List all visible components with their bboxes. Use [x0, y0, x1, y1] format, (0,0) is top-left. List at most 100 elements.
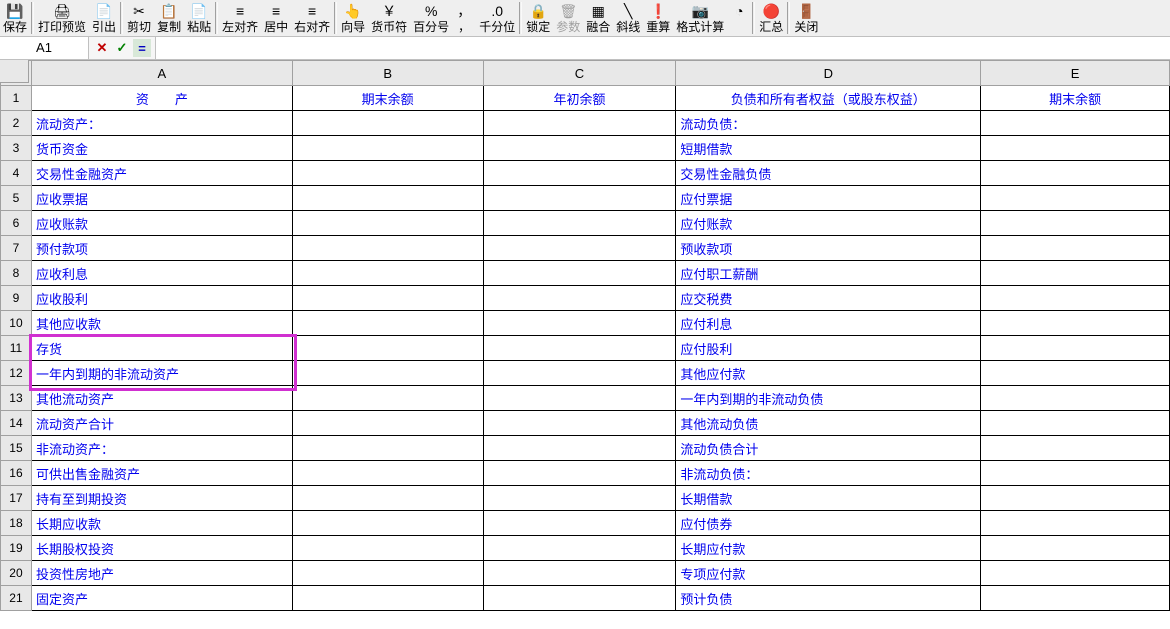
param-button[interactable]: 🗑参数	[553, 2, 583, 36]
cell-D8[interactable]: 应付职工薪酬	[676, 261, 981, 286]
wizard-button[interactable]: 👆向导	[338, 2, 368, 36]
cell-C20[interactable]	[483, 561, 676, 586]
currency-button[interactable]: ￥货币符	[368, 2, 410, 36]
cell-A5[interactable]: 应收票据	[31, 186, 292, 211]
cell-C17[interactable]	[483, 486, 676, 511]
row-header-18[interactable]: 18	[1, 511, 32, 536]
col-header-C[interactable]: C	[483, 61, 676, 86]
cell-B8[interactable]	[292, 261, 483, 286]
cell-C16[interactable]	[483, 461, 676, 486]
cell-E13[interactable]	[981, 386, 1170, 411]
cell-B10[interactable]	[292, 311, 483, 336]
col-header-D[interactable]: D	[676, 61, 981, 86]
cell-B7[interactable]	[292, 236, 483, 261]
cell-D1[interactable]: 负债和所有者权益（或股东权益）	[676, 86, 981, 111]
cell-D10[interactable]: 应付利息	[676, 311, 981, 336]
extra-button[interactable]: ◔	[727, 2, 751, 36]
row-header-2[interactable]: 2	[1, 111, 32, 136]
formula-equals-button[interactable]: =	[133, 39, 151, 57]
cut-button[interactable]: ✂剪切	[124, 2, 154, 36]
cell-B18[interactable]	[292, 511, 483, 536]
cell-D16[interactable]: 非流动负债：	[676, 461, 981, 486]
cell-B9[interactable]	[292, 286, 483, 311]
cell-A13[interactable]: 其他流动资产	[31, 386, 292, 411]
row-header-14[interactable]: 14	[1, 411, 32, 436]
row-header-9[interactable]: 9	[1, 286, 32, 311]
spreadsheet-grid[interactable]: ABCDE1资 产期末余额年初余额负债和所有者权益（或股东权益）期末余额2流动资…	[0, 60, 1170, 611]
cell-B3[interactable]	[292, 136, 483, 161]
cell-B5[interactable]	[292, 186, 483, 211]
cell-A14[interactable]: 流动资产合计	[31, 411, 292, 436]
cell-C1[interactable]: 年初余额	[483, 86, 676, 111]
col-header-B[interactable]: B	[292, 61, 483, 86]
cell-C11[interactable]	[483, 336, 676, 361]
row-header-7[interactable]: 7	[1, 236, 32, 261]
cell-E4[interactable]	[981, 161, 1170, 186]
cell-D2[interactable]: 流动负债：	[676, 111, 981, 136]
row-header-20[interactable]: 20	[1, 561, 32, 586]
cell-D14[interactable]: 其他流动负债	[676, 411, 981, 436]
name-box[interactable]: A1	[0, 37, 89, 59]
diag-button[interactable]: ╲斜线	[613, 2, 643, 36]
cell-E16[interactable]	[981, 461, 1170, 486]
export-button[interactable]: 📄引出	[89, 2, 119, 36]
recalc-button[interactable]: ❗重算	[643, 2, 673, 36]
close-button[interactable]: 🚪关闭	[791, 2, 821, 36]
cell-A4[interactable]: 交易性金融资产	[31, 161, 292, 186]
cell-A15[interactable]: 非流动资产：	[31, 436, 292, 461]
align-left-button[interactable]: ≡左对齐	[219, 2, 261, 36]
align-right-button[interactable]: ≡右对齐	[291, 2, 333, 36]
cell-E12[interactable]	[981, 361, 1170, 386]
cell-C14[interactable]	[483, 411, 676, 436]
cell-A19[interactable]: 长期股权投资	[31, 536, 292, 561]
cell-E15[interactable]	[981, 436, 1170, 461]
cell-D11[interactable]: 应付股利	[676, 336, 981, 361]
row-header-13[interactable]: 13	[1, 386, 32, 411]
cell-C21[interactable]	[483, 586, 676, 611]
cell-E19[interactable]	[981, 536, 1170, 561]
cell-A11[interactable]: 存货	[31, 336, 292, 361]
cell-C13[interactable]	[483, 386, 676, 411]
cell-A3[interactable]: 货币资金	[31, 136, 292, 161]
cell-B19[interactable]	[292, 536, 483, 561]
cell-C9[interactable]	[483, 286, 676, 311]
cell-E8[interactable]	[981, 261, 1170, 286]
cell-C18[interactable]	[483, 511, 676, 536]
cell-C7[interactable]	[483, 236, 676, 261]
cell-A2[interactable]: 流动资产：	[31, 111, 292, 136]
cell-E21[interactable]	[981, 586, 1170, 611]
cell-D13[interactable]: 一年内到期的非流动负债	[676, 386, 981, 411]
row-header-8[interactable]: 8	[1, 261, 32, 286]
row-header-1[interactable]: 1	[1, 86, 32, 111]
cell-D3[interactable]: 短期借款	[676, 136, 981, 161]
cell-C8[interactable]	[483, 261, 676, 286]
cell-D4[interactable]: 交易性金融负债	[676, 161, 981, 186]
cell-C3[interactable]	[483, 136, 676, 161]
cell-D20[interactable]: 专项应付款	[676, 561, 981, 586]
cell-A12[interactable]: 一年内到期的非流动资产	[31, 361, 292, 386]
col-header-A[interactable]: A	[31, 61, 292, 86]
formula-input[interactable]	[156, 37, 1170, 59]
cell-C6[interactable]	[483, 211, 676, 236]
fmtcalc-button[interactable]: 📷格式计算	[673, 2, 727, 36]
cell-E20[interactable]	[981, 561, 1170, 586]
row-header-5[interactable]: 5	[1, 186, 32, 211]
row-header-21[interactable]: 21	[1, 586, 32, 611]
cell-A10[interactable]: 其他应收款	[31, 311, 292, 336]
cell-D21[interactable]: 预计负债	[676, 586, 981, 611]
cell-B6[interactable]	[292, 211, 483, 236]
cell-A16[interactable]: 可供出售金融资产	[31, 461, 292, 486]
cell-B20[interactable]	[292, 561, 483, 586]
merge-button[interactable]: ▦融合	[583, 2, 613, 36]
cell-D6[interactable]: 应付账款	[676, 211, 981, 236]
cell-C12[interactable]	[483, 361, 676, 386]
row-header-17[interactable]: 17	[1, 486, 32, 511]
cell-E17[interactable]	[981, 486, 1170, 511]
percent-button[interactable]: %百分号	[410, 2, 452, 36]
cell-B1[interactable]: 期末余额	[292, 86, 483, 111]
formula-cancel-button[interactable]: ✕	[93, 39, 111, 57]
print-preview-button[interactable]: 🖨打印预览	[35, 2, 89, 36]
cell-C4[interactable]	[483, 161, 676, 186]
cell-A8[interactable]: 应收利息	[31, 261, 292, 286]
cell-A21[interactable]: 固定资产	[31, 586, 292, 611]
